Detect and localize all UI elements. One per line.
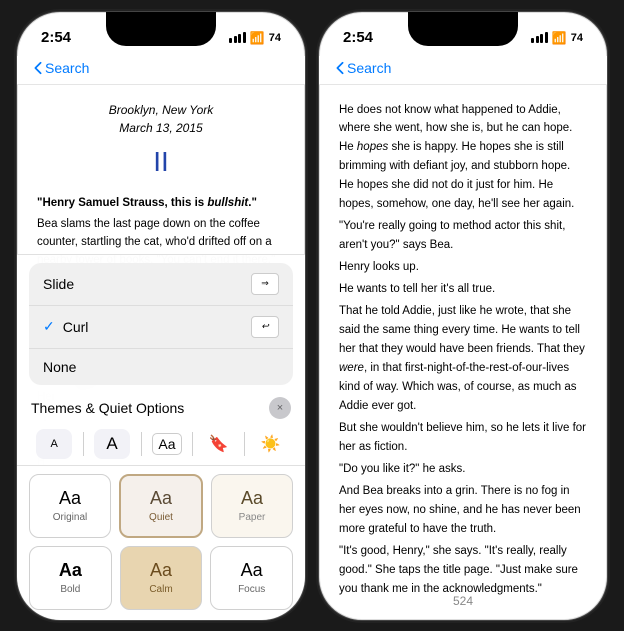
signal-icon-right	[531, 32, 548, 43]
book-location: Brooklyn, New York	[37, 101, 285, 119]
theme-row-1: Aa Original Aa Quiet Aa Paper	[17, 466, 305, 546]
curl-label: Curl	[63, 319, 251, 335]
back-button-left[interactable]: Search	[33, 60, 89, 76]
theme-paper-label: Paper	[239, 512, 266, 523]
divider-3	[192, 432, 193, 456]
book-content-right: He does not know what happened to Addie,…	[319, 85, 607, 605]
transition-curl[interactable]: ✓ Curl ↩	[29, 306, 293, 349]
signal-icon	[229, 32, 246, 43]
brightness-button[interactable]: ☀️	[256, 429, 286, 459]
status-icons-left: 📶 74	[229, 31, 281, 45]
theme-quiet-aa: Aa	[150, 488, 172, 509]
divider-1	[83, 432, 84, 456]
font-style-button[interactable]: Aa	[152, 429, 182, 459]
slide-label: Slide	[43, 276, 251, 292]
wifi-icon: 📶	[250, 31, 265, 45]
battery-icon: 74	[269, 32, 281, 44]
theme-bold-aa: Aa	[59, 560, 82, 581]
status-icons-right: 📶 74	[531, 31, 583, 45]
theme-calm[interactable]: Aa Calm	[120, 546, 203, 610]
battery-icon-right: 74	[571, 32, 583, 44]
close-icon: ×	[277, 402, 283, 414]
book-header: Brooklyn, New York March 13, 2015 II	[37, 101, 285, 183]
theme-calm-aa: Aa	[150, 560, 172, 581]
theme-paper[interactable]: Aa Paper	[211, 474, 293, 538]
left-phone: 2:54 📶 74 Search	[16, 11, 306, 621]
notch	[106, 12, 216, 46]
font-size-decrease[interactable]: A	[36, 429, 72, 459]
transition-slide[interactable]: Slide ⇒	[29, 263, 293, 306]
brightness-icon: ☀️	[261, 434, 281, 454]
curl-icon-box: ↩	[251, 316, 279, 338]
theme-quiet[interactable]: Aa Quiet	[119, 474, 203, 538]
back-label-right: Search	[347, 60, 391, 76]
theme-bold-label: Bold	[60, 584, 80, 595]
chevron-left-icon	[33, 61, 43, 75]
time-right: 2:54	[343, 29, 373, 46]
bottom-panel: Slide ⇒ ✓ Curl ↩ None Theme	[17, 254, 305, 620]
chapter-number: II	[37, 141, 285, 183]
theme-focus-label: Focus	[238, 584, 265, 595]
theme-calm-label: Calm	[149, 584, 172, 595]
right-phone: 2:54 📶 74 Search H	[318, 11, 608, 621]
theme-row-2: Aa Bold Aa Calm Aa Focus	[17, 546, 305, 620]
themes-title: Themes & Quiet Options	[31, 400, 184, 416]
theme-bold[interactable]: Aa Bold	[29, 546, 112, 610]
check-icon: ✓	[43, 318, 55, 335]
transition-none[interactable]: None	[29, 349, 293, 385]
chevron-left-icon-right	[335, 61, 345, 75]
phones-container: 2:54 📶 74 Search	[16, 11, 608, 621]
theme-original-label: Original	[53, 512, 87, 523]
theme-paper-aa: Aa	[241, 488, 263, 509]
book-date: March 13, 2015	[37, 119, 285, 137]
back-button-right[interactable]: Search	[335, 60, 391, 76]
wifi-icon-right: 📶	[552, 31, 567, 45]
divider-4	[244, 432, 245, 456]
theme-quiet-label: Quiet	[149, 512, 173, 523]
notch-right	[408, 12, 518, 46]
nav-bar-right[interactable]: Search	[319, 56, 607, 85]
font-row: A A Aa 🔖 ☀️	[17, 423, 305, 466]
theme-original[interactable]: Aa Original	[29, 474, 111, 538]
close-button[interactable]: ×	[269, 397, 291, 419]
theme-focus-aa: Aa	[241, 560, 263, 581]
nav-bar-left[interactable]: Search	[17, 56, 305, 85]
theme-focus[interactable]: Aa Focus	[210, 546, 293, 610]
back-label-left: Search	[45, 60, 89, 76]
bookmark-icon: 🔖	[209, 434, 229, 454]
themes-header: Themes & Quiet Options ×	[17, 391, 305, 423]
slide-icon-box: ⇒	[251, 273, 279, 295]
page-number: 524	[453, 594, 473, 608]
none-label: None	[43, 359, 279, 375]
divider-2	[141, 432, 142, 456]
time-left: 2:54	[41, 29, 71, 46]
font-icon: Aa	[152, 433, 181, 455]
theme-original-aa: Aa	[59, 488, 81, 509]
bookmark-button[interactable]: 🔖	[204, 429, 234, 459]
font-size-increase[interactable]: A	[94, 429, 130, 459]
transition-menu: Slide ⇒ ✓ Curl ↩ None	[29, 263, 293, 385]
